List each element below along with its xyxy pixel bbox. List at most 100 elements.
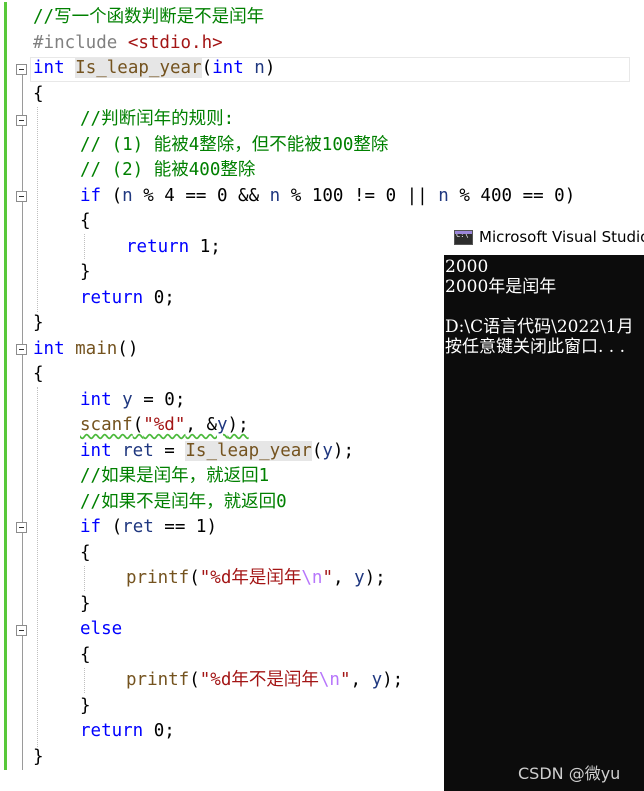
indent-guide [37,107,38,312]
code-line-8: if (n % 4 == 0 && n % 100 != 0 || n % 40… [80,184,575,209]
code-text: ( [311,441,323,461]
paren: ( [201,58,213,78]
code-line-28: } [80,696,91,716]
code-line-30: } [33,747,44,767]
keyword: int [212,58,244,78]
fold-toggle-icon[interactable] [16,344,27,355]
fold-toggle-icon[interactable] [16,115,27,126]
keyword: int [80,390,112,410]
code-line-25: else [80,619,123,639]
console-output-line: 2000 [445,257,489,277]
keyword: return [126,237,190,257]
code-text: 1; [189,237,221,257]
keyword: int [33,339,65,359]
escape-sequence: \n [301,568,323,588]
indent-guide [84,234,85,259]
code-line-24: } [80,594,91,614]
function-name: Is_leap_year [185,441,312,461]
code-line-6: // (1) 能被4整除，但不能被100整除 [80,135,389,155]
console-output-line: D:\C语言代码\2022\1月 [445,317,634,337]
debug-console-window[interactable]: Microsoft Visual Studio 2000 2000年是闰年 D:… [444,220,644,791]
code-line-20: //如果不是闰年，就返回0 [80,492,287,512]
code-text: ); [364,568,386,588]
code-text: ( [101,517,123,537]
code-text: () [117,339,139,359]
code-text: % 4 == 0 && [132,186,270,206]
escape-sequence: \n [318,670,340,690]
console-title: Microsoft Visual Studio [479,228,644,246]
code-text: ( [132,415,144,435]
code-line-5: //判断闰年的规则: [80,109,235,129]
code-line-10: return 1; [126,235,221,260]
change-tracking-bar [4,2,7,770]
code-line-1: //写一个函数判断是不是闰年 [33,7,265,27]
identifier: n [438,186,449,206]
string-literal: "%d年是闰年 [199,568,302,588]
code-line-27: printf("%d年不是闰年\n", y); [126,668,403,693]
string-literal: "%d年不是闰年 [199,670,319,690]
console-titlebar[interactable]: Microsoft Visual Studio [444,220,644,255]
fold-toggle-icon[interactable] [16,625,27,636]
code-text: = [153,441,186,461]
code-line-16: int y = 0; [80,388,185,413]
keyword: return [80,288,144,308]
keyword: return [80,721,144,741]
code-text: ( [189,670,200,690]
function-name: printf [126,568,190,588]
code-text: , [333,568,355,588]
code-text: ); [382,670,404,690]
keyword: int [80,441,112,461]
string-literal: " [339,670,351,690]
code-line-23: printf("%d年是闰年\n", y); [126,566,386,591]
identifier: n [122,186,133,206]
code-text: , [350,670,372,690]
indent-guide [37,387,38,747]
function-name: printf [126,670,190,690]
preprocessor-directive: #include [33,33,128,53]
identifier: y [217,415,228,435]
function-name: main [64,339,118,359]
code-text: ); [227,415,249,435]
code-text: ( [189,568,200,588]
identifier: ret [122,517,154,537]
code-line-4: { [33,84,44,104]
fold-toggle-icon[interactable] [16,191,27,202]
console-output-line: 按任意键关闭此窗口. . . [445,337,626,357]
code-line-29: return 0; [80,719,175,744]
code-text: 0; [143,721,175,741]
console-app-icon [454,230,473,245]
code-line-17: scanf("%d", &y); [80,413,249,438]
code-line-12: return 0; [80,286,175,311]
code-line-15: { [33,364,44,384]
keyword: int [33,58,65,78]
code-line-9: { [80,211,91,231]
fold-toggle-icon[interactable] [16,522,27,533]
code-line-22: { [80,543,91,563]
indent-guide [84,566,85,591]
fold-toggle-icon[interactable] [16,64,27,75]
function-name: Is_leap_year [75,58,202,78]
code-line-3: int Is_leap_year(int n) [33,56,275,81]
string-literal: "%d" [143,415,186,435]
identifier: n [269,186,281,206]
code-text: % 100 != 0 || [280,186,439,206]
code-line-13: } [33,313,44,333]
code-line-21: if (ret == 1) [80,515,217,540]
string-literal: " [322,568,333,588]
identifier: y [322,441,333,461]
code-text: 0; [143,288,175,308]
code-line-2: #include <stdio.h> [33,31,223,56]
code-text: = 0; [132,390,186,410]
code-line-18: int ret = Is_leap_year(y); [80,439,354,464]
identifier: y [371,670,383,690]
keyword: if [80,186,102,206]
outline-gutter [22,70,23,770]
code-line-26: { [80,645,91,665]
paren: ) [264,58,276,78]
code-text: == 1) [153,517,217,537]
code-text: , & [185,415,217,435]
include-header: <stdio.h> [127,33,223,53]
code-line-11: } [80,262,91,282]
identifier: y [354,568,365,588]
code-line-7: // (2) 能被400整除 [80,160,256,180]
